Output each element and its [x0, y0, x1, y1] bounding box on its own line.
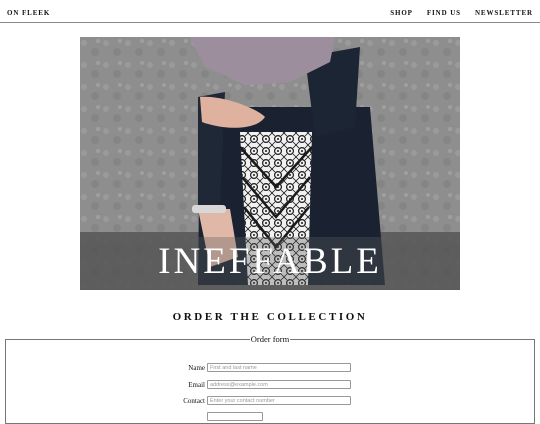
- name-label: Name: [188, 364, 205, 372]
- nav-shop-link[interactable]: SHOP: [390, 9, 413, 17]
- nav-newsletter-link[interactable]: NEWSLETTER: [475, 9, 533, 17]
- next-input[interactable]: [207, 412, 263, 421]
- hero-banner: INEFFABLE: [80, 37, 460, 290]
- email-input[interactable]: [207, 380, 351, 389]
- contact-input[interactable]: [207, 396, 351, 405]
- form-row-next: [6, 412, 534, 422]
- name-input[interactable]: [207, 363, 351, 372]
- form-row-name: Name: [6, 363, 534, 373]
- email-label: Email: [188, 381, 205, 389]
- section-title: ORDER THE COLLECTION: [172, 311, 368, 323]
- form-row-email: Email: [6, 380, 534, 390]
- hero-title: INEFFABLE: [158, 241, 382, 282]
- nav-find-us-link[interactable]: FIND US: [427, 9, 461, 17]
- top-nav-bar: ON FLEEK SHOP FIND US NEWSLETTER: [0, 0, 540, 23]
- order-form: Order form Name Email Contact: [5, 334, 535, 424]
- main-nav: SHOP FIND US NEWSLETTER: [390, 9, 533, 17]
- form-legend: Order form: [250, 334, 290, 344]
- bracelet: [192, 205, 226, 213]
- brand-logo[interactable]: ON FLEEK: [7, 9, 50, 17]
